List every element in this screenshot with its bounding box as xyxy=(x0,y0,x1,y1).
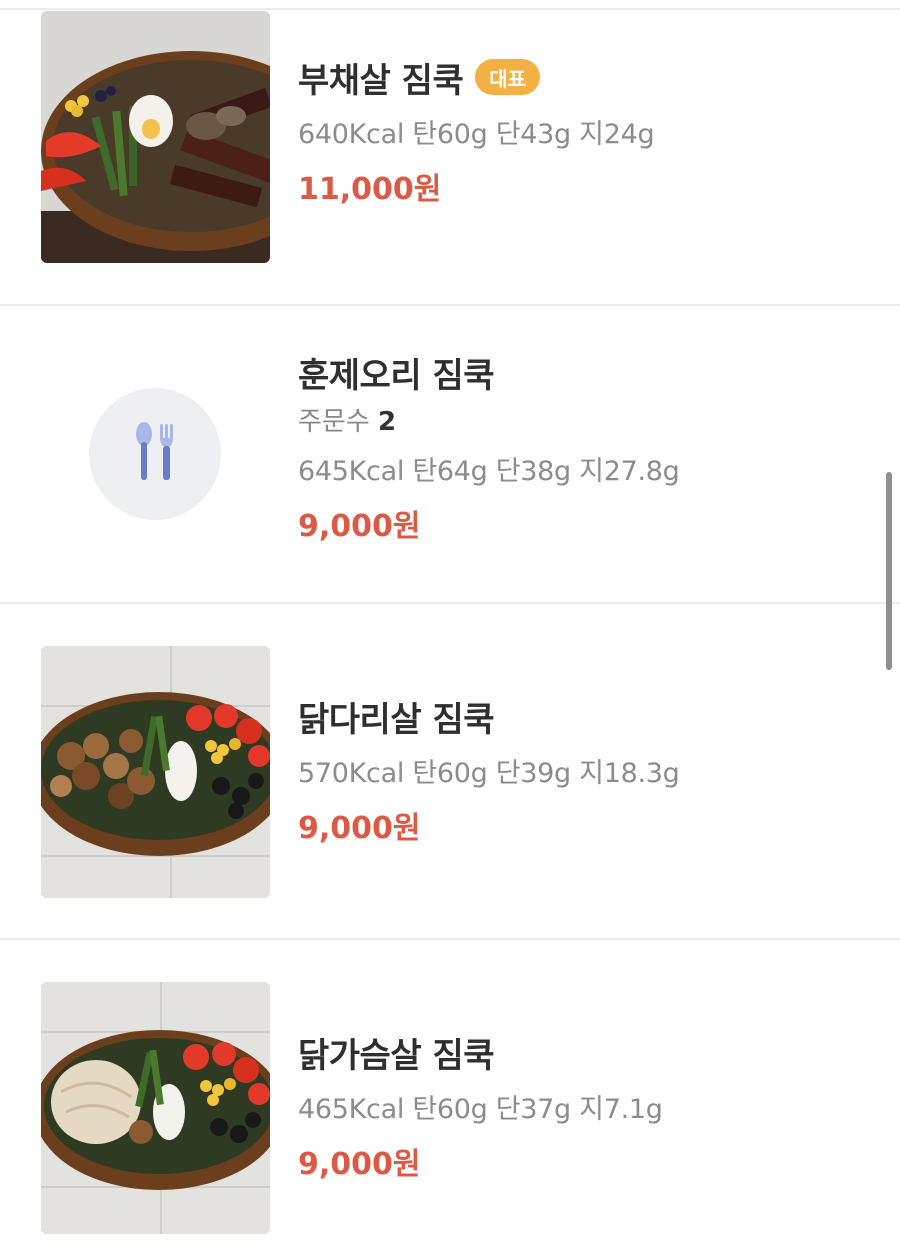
menu-item-nutrition: 570Kcal 탄60g 단39g 지18.3g xyxy=(298,758,680,789)
menu-item-photo xyxy=(41,646,270,898)
menu-item-price: 9,000원 xyxy=(298,1147,421,1182)
spoon-fork-icon xyxy=(89,388,221,520)
menu-item-price: 9,000원 xyxy=(298,509,421,544)
menu-item-beef[interactable]: 부채살 짐쿡 대표 640Kcal 탄60g 단43g 지24g 11,000원 xyxy=(0,0,900,306)
order-count-label: 주문수 xyxy=(298,407,370,437)
menu-item-price: 11,000원 xyxy=(298,172,442,207)
menu-item-info: 훈제오리 짐쿡 주문수 2 645Kcal 탄64g 단38g 지27.8g 9… xyxy=(298,350,860,546)
menu-item-price: 9,000원 xyxy=(298,811,421,846)
menu-item-name: 부채살 짐쿡 xyxy=(298,60,464,101)
menu-item-name: 닭다리살 짐쿡 xyxy=(298,699,495,740)
order-count: 주문수 2 xyxy=(298,404,860,440)
menu-item-info: 닭가슴살 짐쿡 465Kcal 탄60g 단37g 지7.1g 9,000원 xyxy=(298,1030,860,1184)
menu-item-name: 닭가슴살 짐쿡 xyxy=(298,1035,495,1076)
menu-list-page: 부채살 짐쿡 대표 640Kcal 탄60g 단43g 지24g 11,000원… xyxy=(0,0,900,1253)
menu-item-nutrition: 645Kcal 탄64g 단38g 지27.8g xyxy=(298,456,680,487)
menu-item-info: 닭다리살 짐쿡 570Kcal 탄60g 단39g 지18.3g 9,000원 xyxy=(298,694,860,848)
menu-item-smoked-duck[interactable]: 훈제오리 짐쿡 주문수 2 645Kcal 탄64g 단38g 지27.8g 9… xyxy=(0,306,900,604)
menu-item-info: 부채살 짐쿡 대표 640Kcal 탄60g 단43g 지24g 11,000원 xyxy=(298,55,860,209)
menu-item-name: 훈제오리 짐쿡 xyxy=(298,355,495,396)
menu-item-photo xyxy=(41,11,270,263)
menu-item-chicken-breast[interactable]: 닭가슴살 짐쿡 465Kcal 탄60g 단37g 지7.1g 9,000원 xyxy=(0,940,900,1253)
menu-item-chicken-thigh[interactable]: 닭다리살 짐쿡 570Kcal 탄60g 단39g 지18.3g 9,000원 xyxy=(0,604,900,940)
order-count-value: 2 xyxy=(378,407,397,437)
vertical-scrollbar[interactable] xyxy=(886,472,892,670)
menu-item-nutrition: 465Kcal 탄60g 단37g 지7.1g xyxy=(298,1094,663,1125)
menu-item-nutrition: 640Kcal 탄60g 단43g 지24g xyxy=(298,119,655,150)
featured-badge: 대표 xyxy=(475,59,541,95)
menu-item-photo xyxy=(41,982,270,1234)
